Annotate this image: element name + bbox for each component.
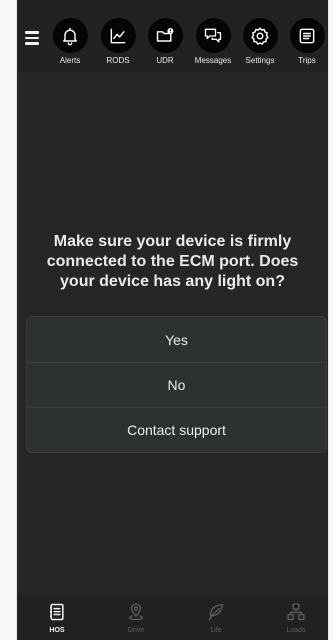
nav-label-rods: RODS [106,56,130,65]
nav-udr[interactable]: UDR [142,18,188,66]
nav-messages[interactable]: Messages [190,18,236,66]
contact-support-button[interactable]: Contact support [27,407,326,452]
tab-life[interactable]: Life [191,602,241,635]
nav-settings[interactable]: Settings [237,18,283,66]
nav-label-alerts: Alerts [59,56,81,65]
nav-label-trips: Trips [298,56,316,65]
nav-label-settings: Settings [245,56,275,65]
bell-icon [52,18,88,53]
left-edge [0,0,17,640]
logbook-icon [49,603,64,621]
nav-trips[interactable]: Trips [284,18,328,66]
nav-rods[interactable]: RODS [95,18,141,66]
hierarchy-icon [287,603,305,621]
yes-button[interactable]: Yes [27,317,326,362]
hamburger-menu-icon[interactable] [25,31,39,45]
chart-line-icon [100,18,136,53]
leaf-icon [208,603,224,621]
nav-label-messages: Messages [194,56,232,65]
tab-loads[interactable]: Loads [271,602,321,635]
right-edge [328,0,334,640]
app-screen: Alerts RODS UDR Messages Settings Trips … [17,0,328,640]
tab-drive[interactable]: Drive [111,602,161,635]
bottom-tab-bar: HOS Drive Life Loads [17,595,328,640]
tab-label-hos: HOS [49,627,65,634]
connection-question: Make sure your device is firmly connecte… [46,233,299,290]
map-pin-icon [129,603,143,621]
answer-options: Yes No Contact support [26,316,327,453]
folder-alert-icon [147,18,183,53]
tab-hos[interactable]: HOS [32,602,82,635]
tab-label-drive: Drive [127,627,145,634]
chat-bubbles-icon [195,18,231,53]
tab-label-life: Life [210,627,222,634]
no-button[interactable]: No [27,362,326,407]
nav-label-udr: UDR [156,56,174,65]
top-nav-bar: Alerts RODS UDR Messages Settings Trips [17,0,328,72]
tab-label-loads: Loads [286,627,306,634]
nav-alerts[interactable]: Alerts [47,18,93,66]
list-icon [289,18,325,53]
gear-icon [242,18,278,53]
